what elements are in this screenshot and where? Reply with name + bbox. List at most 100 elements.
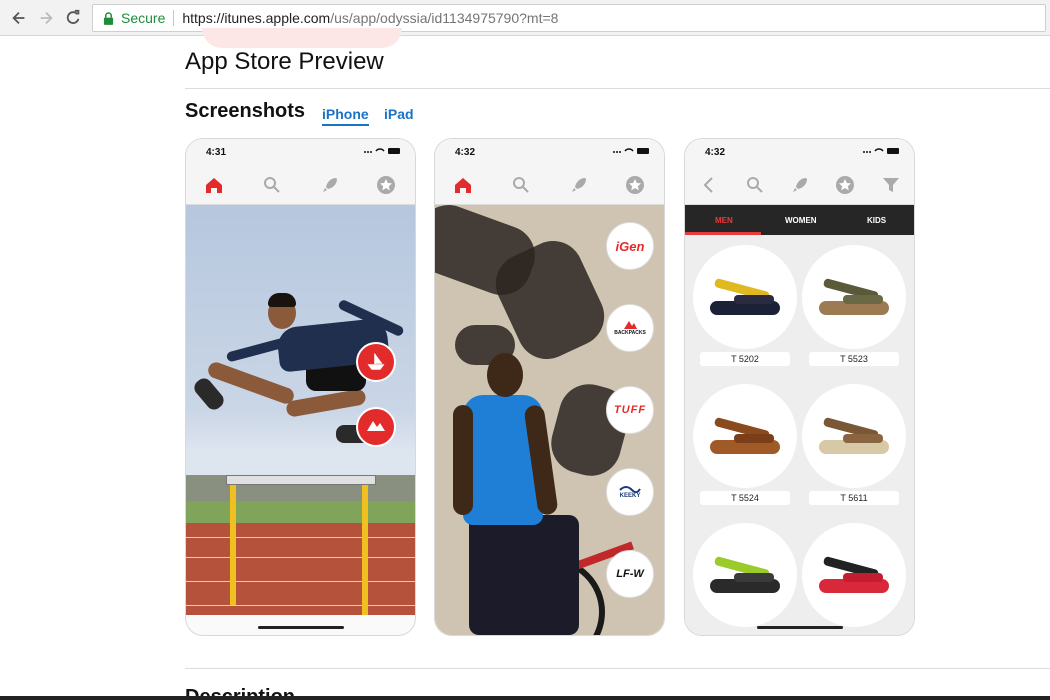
arrow-right-icon (40, 11, 53, 25)
product-image[interactable] (802, 523, 906, 627)
rocket-icon[interactable] (320, 175, 340, 195)
product-grid: T 5202 T 5523 T 5524 T 5611 (685, 235, 914, 635)
rocket-icon[interactable] (569, 175, 589, 195)
signal-battery-icon (363, 147, 403, 155)
running-track (186, 523, 415, 615)
sandal-icon (706, 414, 784, 458)
screenshot-1[interactable]: 4:31 (185, 138, 416, 636)
track-lane (186, 537, 415, 538)
screenshot-2[interactable]: 4:32 iGen BACKPACKS TUFF KEEKY LF-W (434, 138, 665, 636)
status-bar: 4:31 (186, 139, 415, 165)
status-time: 4:32 (455, 147, 476, 158)
search-icon[interactable] (511, 175, 531, 195)
field-grass (186, 501, 415, 523)
status-time: 4:32 (705, 147, 726, 158)
hurdle-bar (226, 475, 376, 485)
secure-label: Secure (121, 10, 166, 26)
omnibox-divider (173, 10, 175, 26)
sandal-strap (843, 295, 883, 304)
product-image[interactable] (693, 523, 797, 627)
product-label[interactable]: T 5524 (700, 491, 790, 505)
brand-name: KEEKY (619, 493, 641, 499)
product-image[interactable] (802, 245, 906, 349)
brand-logo-icon[interactable] (356, 407, 396, 447)
signal-battery-icon (862, 147, 902, 155)
screenshots-heading: Screenshots (185, 100, 306, 122)
taskbar-edge (0, 696, 1050, 700)
athlete-hair (268, 293, 296, 307)
product-image[interactable] (693, 245, 797, 349)
sandal-icon (706, 553, 784, 597)
sandal-strap (843, 573, 883, 582)
brand-name: BACKPACKS (614, 330, 646, 336)
product-label[interactable]: T 5523 (809, 352, 899, 366)
category-tabs: MEN WOMEN KIDS (685, 205, 914, 235)
url-host: https://itunes.apple.com (182, 10, 331, 26)
brand-igen-icon[interactable]: iGen (606, 222, 654, 270)
url-path: /us/app/odyssia/id1134975790?mt=8 (330, 10, 559, 26)
athlete-arm (225, 337, 287, 363)
star-badge-icon[interactable] (376, 175, 396, 195)
section-divider (185, 668, 1050, 669)
home-icon[interactable] (453, 175, 473, 195)
ship-logo-icon[interactable] (356, 342, 396, 382)
arrow-left-icon (12, 11, 25, 25)
search-icon[interactable] (262, 175, 282, 195)
athlete-leg (285, 388, 367, 418)
man-head (487, 353, 523, 397)
app-nav-bar (685, 165, 914, 205)
product-image[interactable] (693, 384, 797, 488)
brand-lfw-icon[interactable]: LF-W (606, 550, 654, 598)
tab-ipad[interactable]: iPad (384, 106, 414, 122)
status-time: 4:31 (206, 147, 227, 158)
tab-women[interactable]: WOMEN (785, 216, 817, 225)
product-label[interactable]: T 5202 (700, 352, 790, 366)
hurdle-post (230, 485, 236, 605)
screenshot-3[interactable]: 4:32 MEN WOMEN KIDS T 5202 T 5523 T 5524… (684, 138, 915, 636)
sandal-icon (706, 275, 784, 319)
home-icon[interactable] (204, 175, 224, 195)
home-indicator (258, 626, 344, 629)
athlete-photo (186, 205, 415, 615)
track-lane (186, 557, 415, 558)
search-icon[interactable] (745, 175, 765, 195)
brand-name: TUFF (613, 404, 647, 416)
sandal-icon (815, 414, 893, 458)
forward-button[interactable] (35, 7, 57, 29)
reload-button[interactable] (62, 7, 84, 29)
back-chevron-icon[interactable] (699, 175, 719, 195)
sandal-strap (843, 434, 883, 443)
brand-name: iGen (615, 238, 645, 254)
hurdle-post (362, 485, 368, 615)
brand-tuff-icon[interactable]: TUFF (606, 386, 654, 434)
header-decoration (202, 28, 402, 48)
product-label[interactable]: T 5611 (809, 491, 899, 505)
track-lane (186, 581, 415, 582)
sandal-strap (734, 573, 774, 582)
brand-backpacks-icon[interactable]: BACKPACKS (606, 304, 654, 352)
star-badge-icon[interactable] (625, 175, 645, 195)
star-badge-icon[interactable] (835, 175, 855, 195)
man-arm (453, 405, 473, 515)
status-bar: 4:32 (435, 139, 664, 165)
filter-icon[interactable] (881, 175, 901, 195)
sandal-icon (815, 553, 893, 597)
man-legs (469, 515, 579, 635)
tab-men[interactable]: MEN (715, 216, 733, 225)
brand-keeky-icon[interactable]: KEEKY (606, 468, 654, 516)
app-nav-bar (186, 165, 415, 205)
back-button[interactable] (8, 7, 30, 29)
sandal-icon (815, 275, 893, 319)
tab-kids[interactable]: KIDS (867, 216, 886, 225)
sandal-strap (734, 295, 774, 304)
signal-battery-icon (612, 147, 652, 155)
title-divider (185, 88, 1050, 89)
home-indicator (757, 626, 843, 629)
browser-toolbar: Secure https://itunes.apple.com/us/app/o… (0, 0, 1050, 36)
status-bar: 4:32 (685, 139, 914, 165)
rocket-icon[interactable] (790, 175, 810, 195)
product-image[interactable] (802, 384, 906, 488)
tab-iphone[interactable]: iPhone (322, 106, 369, 126)
sandal-strap (734, 434, 774, 443)
track-lane (186, 605, 415, 606)
